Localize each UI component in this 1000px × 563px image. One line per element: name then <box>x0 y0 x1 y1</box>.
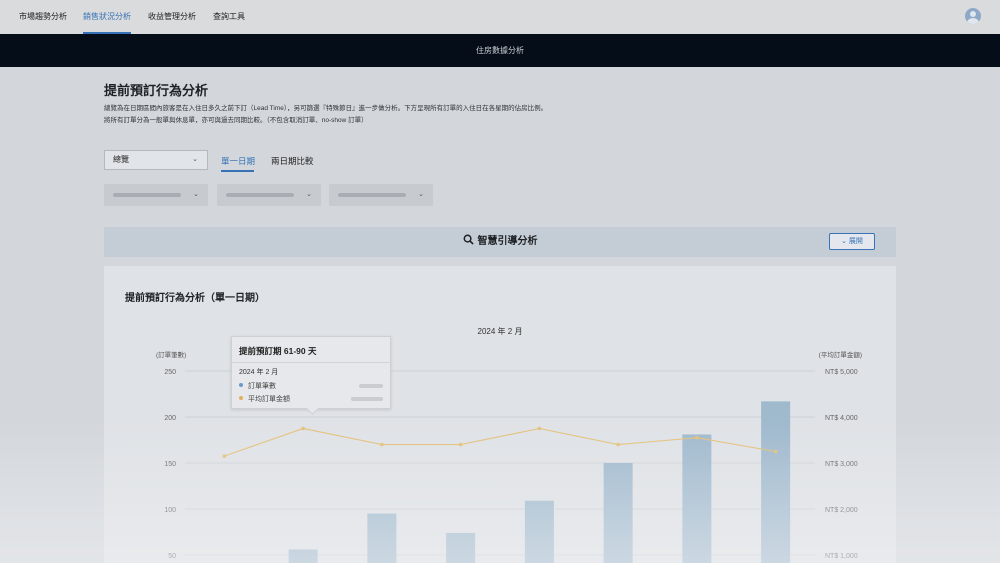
tooltip-series-name: 訂單筆數 <box>248 383 276 390</box>
bar <box>288 549 318 563</box>
tooltip-value-placeholder <box>351 397 383 401</box>
tooltip-series-name: 平均訂單金額 <box>248 396 290 403</box>
tooltip-value-placeholder <box>359 384 383 388</box>
y-tick-label-right: NT$ 1,000 <box>825 553 858 560</box>
y-tick-label-right: NT$ 3,000 <box>825 461 858 468</box>
y-tick-label-right: NT$ 2,000 <box>825 507 858 514</box>
line-point <box>616 442 620 447</box>
y-tick-label-left: 100 <box>164 507 176 514</box>
y-axis-label-right: (平均訂單金額) <box>819 350 862 359</box>
tooltip-row-amount: 平均訂單金額 <box>239 394 290 404</box>
line-point <box>380 442 384 447</box>
bar <box>682 434 712 563</box>
line-point <box>458 442 463 447</box>
line-point <box>537 426 542 431</box>
y-axis-label-left: (訂單筆數) <box>156 350 186 359</box>
series-dot-icon <box>239 383 243 387</box>
line-point <box>695 435 699 440</box>
y-tick-label-left: 50 <box>168 553 176 560</box>
tooltip-row-orders: 訂單筆數 <box>239 381 276 391</box>
y-tick-label-left: 200 <box>164 415 176 422</box>
bar <box>524 500 554 563</box>
tooltip-period: 2024 年 2 月 <box>239 369 279 376</box>
y-tick-label-right: NT$ 5,000 <box>825 369 858 376</box>
y-tick-label-right: NT$ 4,000 <box>825 415 858 422</box>
line-point <box>301 426 305 431</box>
bar <box>761 401 791 563</box>
series-dot-icon <box>239 396 243 400</box>
tooltip-divider <box>232 362 390 363</box>
chart-tooltip: 提前預訂期 61-90 天 2024 年 2 月 訂單筆數 平均訂單金額 <box>231 336 391 415</box>
line-point <box>222 454 227 458</box>
line-point <box>773 449 778 454</box>
y-tick-label-left: 250 <box>164 369 176 376</box>
tooltip-title: 提前預訂期 61-90 天 <box>239 346 317 356</box>
bar <box>446 532 476 563</box>
lead-time-chart: 250 200 150 100 50 NT$ 5,000 NT$ 4,000 NT$ 3,00… <box>156 350 862 563</box>
bar <box>367 513 397 563</box>
y-tick-label-left: 150 <box>164 461 176 468</box>
bar <box>603 463 633 563</box>
